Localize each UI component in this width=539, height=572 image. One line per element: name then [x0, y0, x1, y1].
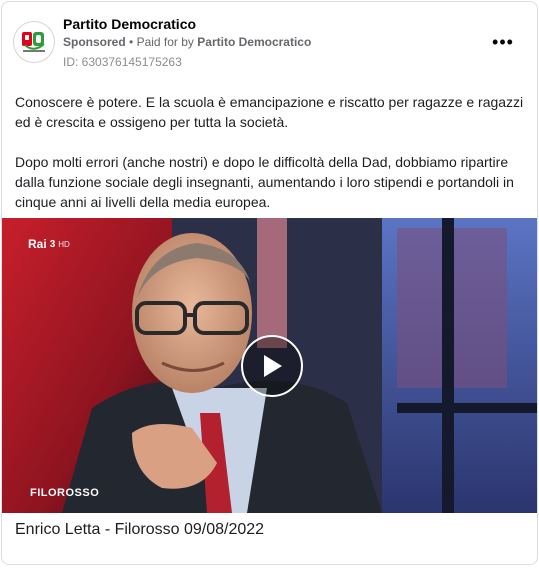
pd-logo-icon [22, 32, 45, 52]
more-horizontal-icon: ••• [492, 31, 514, 52]
channel-number: 3 [49, 238, 56, 250]
channel-name: Rai [28, 237, 47, 251]
sponsored-line: Sponsored • Paid for by Partito Democrat… [63, 35, 311, 49]
paid-for-prefix: Paid for by [136, 35, 194, 49]
more-options-button[interactable]: ••• [489, 32, 517, 52]
page-name[interactable]: Partito Democratico [63, 16, 196, 32]
paid-for-name[interactable]: Partito Democratico [197, 35, 311, 49]
meta-separator: • [129, 35, 134, 49]
video-caption[interactable]: Enrico Letta - Filorosso 09/08/2022 [15, 521, 264, 539]
play-icon [264, 355, 282, 377]
body-paragraph: Conoscere è potere. E la scuola è emanci… [15, 94, 524, 130]
play-button[interactable] [241, 335, 303, 397]
channel-logo: Rai 3 HD [28, 237, 70, 251]
sponsored-label: Sponsored [63, 35, 126, 49]
body-paragraph: Dopo molti errori (anche nostri) e dopo … [15, 154, 514, 210]
post-header: Partito Democratico Sponsored • Paid for… [2, 2, 537, 82]
post-body: Conoscere è potere. E la scuola è emanci… [15, 92, 530, 232]
channel-hd-badge: HD [58, 239, 70, 249]
ad-id: ID: 630376145175263 [63, 55, 182, 69]
show-logo: FILOROSSO [30, 487, 100, 499]
video-player[interactable]: Rai 3 HD FILOROSSO [2, 218, 537, 513]
page-avatar[interactable] [13, 21, 55, 63]
ad-card: Partito Democratico Sponsored • Paid for… [1, 1, 538, 565]
